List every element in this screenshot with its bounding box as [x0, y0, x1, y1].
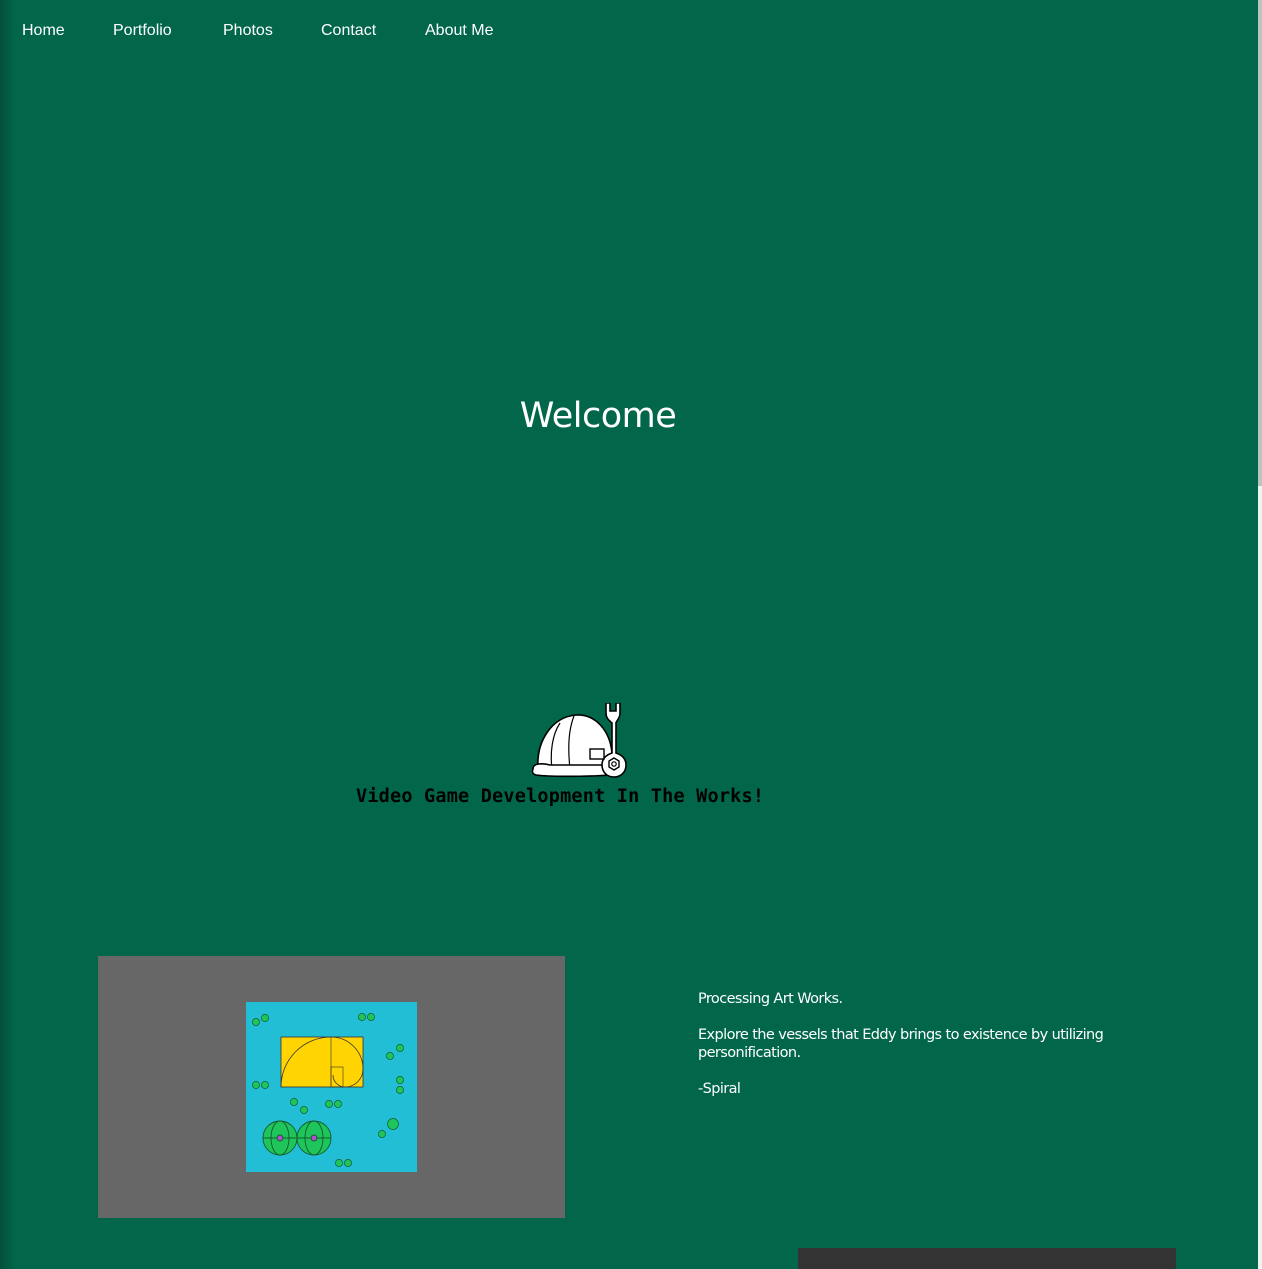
scrollbar-thumb[interactable] — [1258, 0, 1262, 486]
art-signature: -Spiral — [698, 1081, 741, 1097]
nav-portfolio-link[interactable]: Portfolio — [113, 22, 172, 40]
next-section-block — [798, 1248, 1176, 1269]
left-edge-shadow — [0, 0, 16, 1269]
processing-art-spiral-image — [246, 1002, 417, 1172]
art-description: Processing Art Works. Explore the vessel… — [698, 990, 1138, 1116]
construction-helmet-wrench-icon — [531, 703, 627, 778]
page: Home Portfolio Photos Contact About Me W… — [0, 0, 1262, 1269]
nav-home-link[interactable]: Home — [22, 22, 65, 40]
art-image-frame[interactable] — [98, 956, 565, 1218]
welcome-heading: Welcome — [519, 396, 677, 436]
art-body: Explore the vessels that Eddy brings to … — [698, 1027, 1104, 1061]
nav-about-me-link[interactable]: About Me — [425, 22, 493, 40]
game-dev-banner: Video Game Development In The Works! — [356, 786, 765, 807]
nav-contact-link[interactable]: Contact — [321, 22, 376, 40]
nav-photos-link[interactable]: Photos — [223, 22, 273, 40]
art-heading: Processing Art Works. — [698, 991, 843, 1007]
